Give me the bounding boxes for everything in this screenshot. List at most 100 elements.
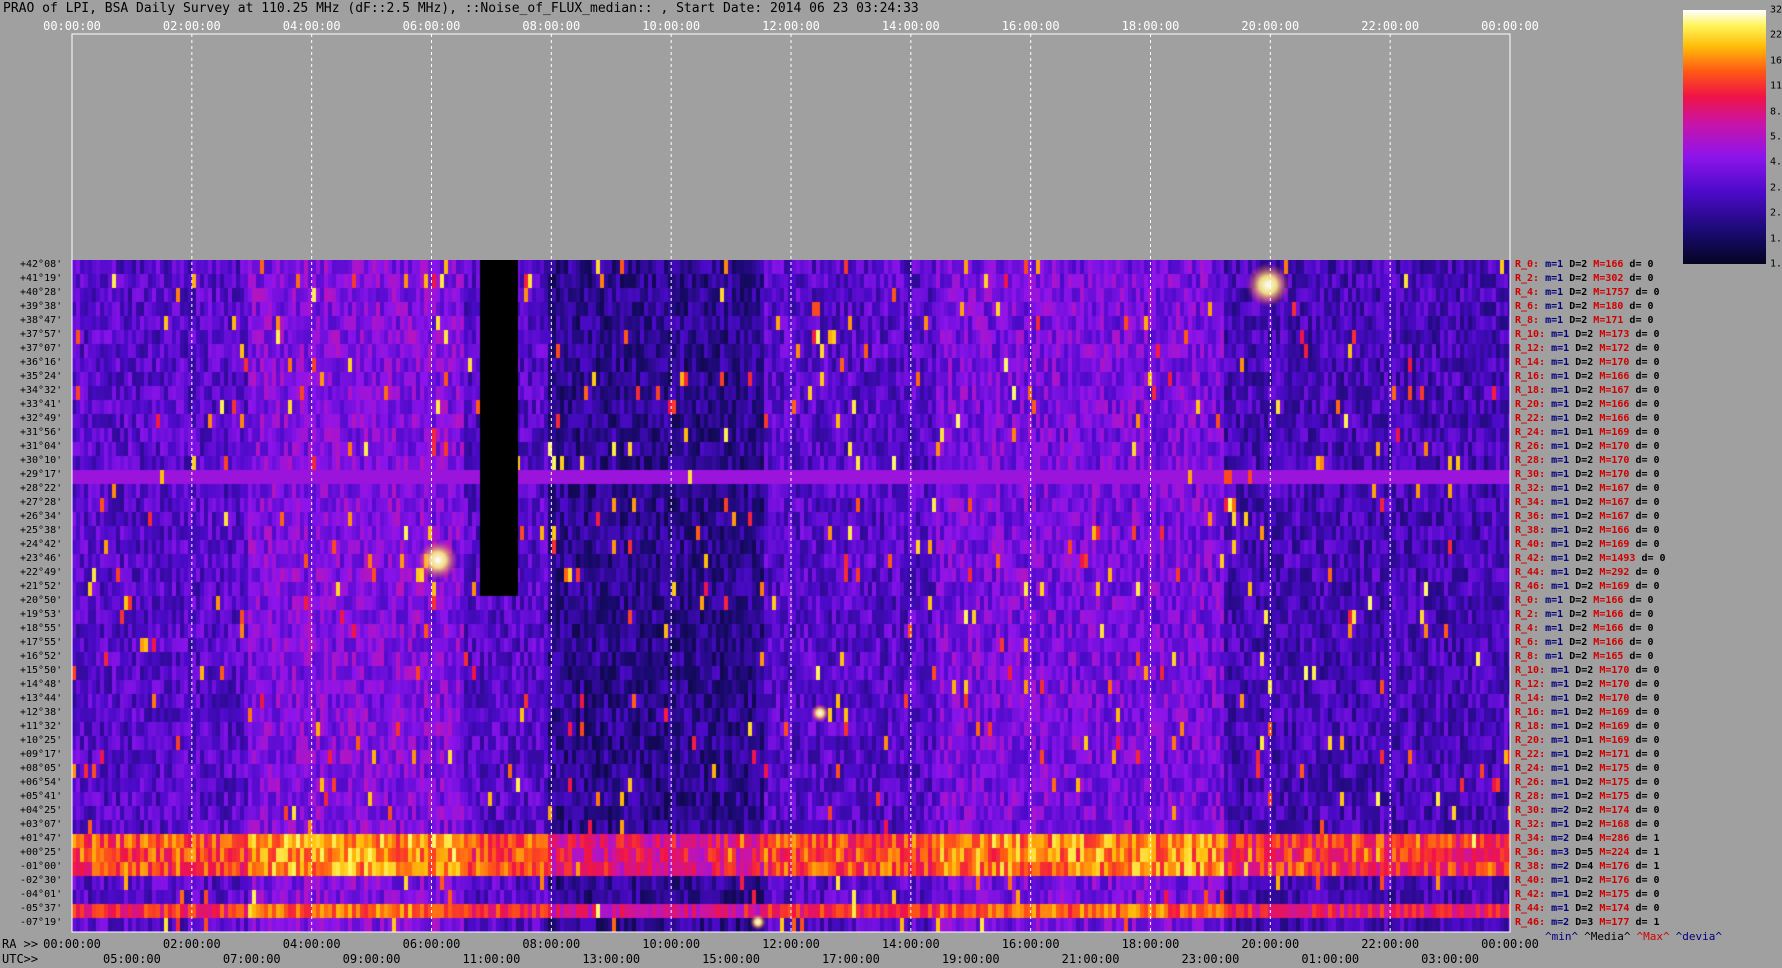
stat-field: D=2 [1575,749,1600,760]
stat-field: M=166 [1593,259,1630,270]
stat-field: M=170 [1599,357,1636,368]
stat-field: R_4: [1515,623,1546,634]
stat-row: R_26: m=1 D=2 M=175 d= 0 [1515,778,1660,788]
stat-field: M=170 [1599,441,1636,452]
stat-field: d= 0 [1635,903,1660,914]
stat-row: R_36: m=1 D=2 M=167 d= 0 [1515,512,1660,522]
stat-field: m=1 [1551,777,1576,788]
stat-row: R_38: m=2 D=4 M=176 d= 1 [1515,862,1660,872]
stat-field: M=170 [1599,693,1636,704]
dec-label: +33°41' [20,399,63,410]
stat-field: D=2 [1575,329,1600,340]
stat-field: m=1 [1551,525,1576,536]
stat-field: m=1 [1545,315,1570,326]
stat-field: m=1 [1551,413,1576,424]
dec-label: +30°10' [20,455,63,466]
dec-label: +26°34' [20,511,63,522]
stat-field: d= 0 [1635,581,1660,592]
stat-field: m=1 [1551,497,1576,508]
stat-field: R_10: [1515,665,1552,676]
stat-field: d= 0 [1629,623,1654,634]
stat-row: R_16: m=1 D=2 M=169 d= 0 [1515,708,1660,718]
stat-field: m=1 [1545,595,1570,606]
stat-field: m=1 [1545,301,1570,312]
top-tick-label: 18:00:00 [1121,19,1180,33]
stat-row: R_4: m=1 D=2 M=1757 d= 0 [1515,288,1660,298]
stat-field: d= 1 [1635,861,1660,872]
stat-field: m=1 [1551,567,1576,578]
ra-tick-label: 02:00:00 [162,937,221,951]
stat-field: M=172 [1599,343,1636,354]
stat-field: R_46: [1515,581,1552,592]
stat-field: d= 0 [1635,371,1660,382]
stat-row: R_32: m=1 D=2 M=168 d= 0 [1515,820,1660,830]
stat-field: m=1 [1551,441,1576,452]
stat-field: D=2 [1575,455,1600,466]
stat-field: D=2 [1575,707,1600,718]
stat-field: R_10: [1515,329,1552,340]
utc-axis-prefix: UTC>> [2,952,39,966]
stat-field: R_26: [1515,777,1552,788]
stat-field: D=2 [1575,805,1600,816]
ra-tick-label: 12:00:00 [762,937,820,951]
stat-field: D=2 [1569,609,1594,620]
stat-field: R_16: [1515,371,1552,382]
stat-field: M=169 [1599,427,1636,438]
stat-field: D=2 [1569,273,1594,284]
stat-field: d= 0 [1635,539,1660,550]
stat-field: d= 1 [1635,917,1660,928]
stat-row: R_34: m=2 D=4 M=286 d= 1 [1515,834,1660,844]
stat-row: R_12: m=1 D=2 M=172 d= 0 [1515,344,1660,354]
dec-label: +34°32' [20,385,63,396]
stat-field: M=176 [1599,861,1636,872]
stat-field: d= 0 [1641,553,1666,564]
dec-label: +41°19' [20,273,63,284]
stats-legend: ^min^ ^Media^ ^Max^ ^devia^ [1545,930,1728,943]
stat-field: D=4 [1575,833,1600,844]
stat-row: R_6: m=1 D=2 M=180 d= 0 [1515,302,1654,312]
dec-label: +31°56' [20,427,63,438]
stat-field: d= 0 [1635,287,1660,298]
stat-row: R_4: m=1 D=2 M=166 d= 0 [1515,624,1654,634]
stat-field: D=2 [1575,357,1600,368]
stat-row: R_22: m=1 D=2 M=166 d= 0 [1515,414,1660,424]
stat-field: D=2 [1575,665,1600,676]
stat-field: D=5 [1575,847,1600,858]
stat-field: M=1757 [1593,287,1636,298]
legend-entry: ^Media^ [1584,930,1631,943]
dec-label: +21°52' [20,581,63,592]
stat-field: m=1 [1551,581,1576,592]
dec-label: -07°19' [20,917,63,928]
stat-field: d= 0 [1635,357,1660,368]
dec-label: +13°44' [20,693,63,704]
stat-field: R_2: [1515,609,1546,620]
dec-label: -05°37' [20,903,63,914]
stat-field: R_30: [1515,469,1552,480]
stat-field: R_38: [1515,525,1552,536]
stat-field: d= 0 [1635,427,1660,438]
top-tick-label: 02:00:00 [162,19,221,33]
stat-row: R_46: m=1 D=2 M=169 d= 0 [1515,582,1660,592]
stat-row: R_24: m=1 D=1 M=169 d= 0 [1515,428,1660,438]
ra-tick-label: 16:00:00 [1001,937,1060,951]
stat-row: R_18: m=1 D=2 M=169 d= 0 [1515,722,1660,732]
stat-field: m=1 [1551,665,1576,676]
colorbar-tick-label: 32.0 [1770,4,1782,16]
stat-field: R_20: [1515,735,1552,746]
stat-field: D=2 [1575,679,1600,690]
dec-label: +27°28' [20,497,63,508]
stat-field: D=2 [1575,819,1600,830]
stat-field: D=2 [1575,385,1600,396]
stat-field: m=1 [1551,763,1576,774]
stat-field: d= 0 [1635,567,1660,578]
dec-label: +37°57' [20,329,63,340]
dec-label: +22°49' [20,567,63,578]
stat-field: R_0: [1515,259,1546,270]
stat-field: D=2 [1575,371,1600,382]
stat-field: R_14: [1515,693,1552,704]
stat-field: D=4 [1575,861,1600,872]
stat-field: D=2 [1569,651,1594,662]
stat-field: m=1 [1551,329,1576,340]
legend-entry: ^min^ [1545,930,1579,943]
stat-field: D=2 [1569,259,1594,270]
